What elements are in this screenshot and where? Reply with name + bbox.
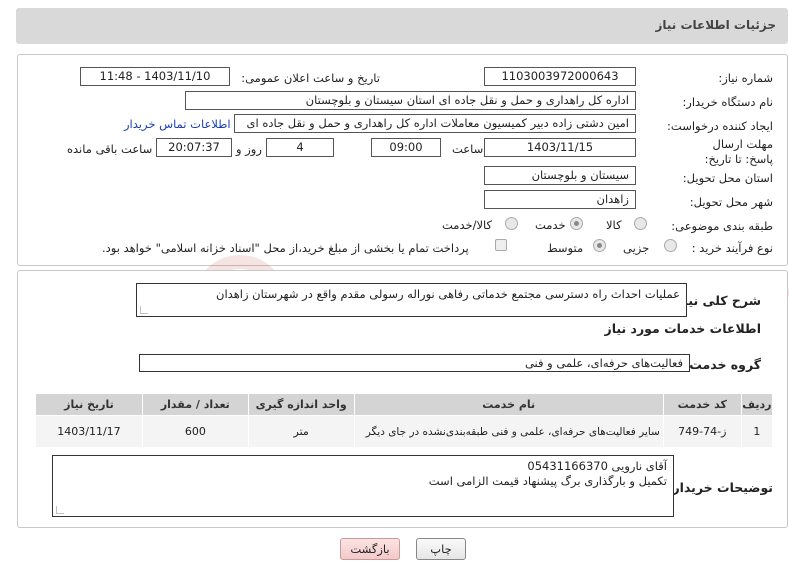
cell-need-date: 1403/11/17 — [35, 415, 143, 448]
process-type-label: نوع فرآیند خرید : — [691, 241, 773, 255]
print-button[interactable]: چاپ — [416, 538, 466, 560]
requester-field: امین دشتی زاده دبیر کمیسیون معاملات ادار… — [234, 114, 636, 133]
treasury-note: پرداخت تمام یا بخشی از مبلغ خرید،از محل … — [102, 241, 469, 255]
city-field: زاهدان — [484, 190, 636, 209]
requester-label: ایجاد کننده درخواست: — [667, 119, 773, 133]
deadline-days-field: 4 — [266, 138, 334, 157]
category-radio-goods-service[interactable] — [505, 217, 518, 230]
summary-field[interactable]: عملیات احداث راه دسترسی مجتمع خدماتی رفا… — [136, 283, 687, 317]
resize-grip-icon[interactable] — [140, 306, 148, 314]
page-header: جزئیات اطلاعات نیاز — [16, 8, 788, 44]
province-label: استان محل تحویل: — [682, 171, 773, 185]
need-number-field: 1103003972000643 — [484, 67, 636, 86]
table-row: 1 ز-74-749 سایر فعالیت‌های حرفه‌ای، علمی… — [35, 415, 774, 448]
col-header-row-num: ردیف — [740, 393, 774, 416]
deadline-date-field: 1403/11/15 — [484, 138, 636, 157]
cell-row-num: 1 — [740, 415, 774, 448]
services-section-title: اطلاعات خدمات مورد نیاز — [604, 321, 762, 336]
province-field: سیستان و بلوچستان — [484, 166, 636, 185]
service-group-field: فعالیت‌های حرفه‌ای، علمی و فنی — [139, 354, 690, 372]
cell-quantity: 600 — [141, 415, 249, 448]
process-radio-medium[interactable] — [593, 239, 606, 252]
category-label: طبقه بندی موضوعی: — [671, 219, 773, 233]
buyer-notes-line-2: تکمیل و بارگذاری برگ پیشنهاد قیمت الزامی… — [428, 474, 667, 488]
col-header-unit: واحد اندازه گیری — [247, 393, 355, 416]
announce-datetime-field: 1403/11/10 - 11:48 — [80, 67, 230, 86]
summary-text: عملیات احداث راه دسترسی مجتمع خدماتی رفا… — [216, 287, 680, 301]
category-radio-goods[interactable] — [634, 217, 647, 230]
col-header-service-code: کد خدمت — [662, 393, 742, 416]
deadline-label: مهلت ارسال پاسخ: تا تاریخ: — [704, 137, 773, 166]
services-table: ردیف کد خدمت نام خدمت واحد اندازه گیری ت… — [35, 393, 774, 448]
service-group-label: گروه خدمت: — [684, 357, 761, 372]
city-label: شهر محل تحویل: — [689, 195, 773, 209]
deadline-days-label: روز و — [236, 142, 262, 156]
remaining-time-label: ساعت باقی مانده — [67, 142, 153, 156]
buyer-notes-label: توضیحات خریدار: — [667, 480, 773, 495]
process-option-medium: متوسط — [547, 241, 584, 255]
category-option-goods-service: کالا/خدمت — [442, 218, 493, 232]
buyer-contact-link[interactable]: اطلاعات تماس خریدار — [124, 117, 231, 131]
category-option-service: خدمت — [535, 218, 566, 232]
back-button[interactable]: بازگشت — [340, 538, 400, 560]
col-header-service-name: نام خدمت — [353, 393, 664, 416]
announce-datetime-label: تاریخ و ساعت اعلان عمومی: — [241, 71, 380, 85]
buyer-notes-line-1: آقای نارویی 05431166370 — [527, 459, 667, 473]
category-radio-service[interactable] — [570, 217, 583, 230]
buyer-org-label: نام دستگاه خریدار: — [682, 95, 773, 109]
category-option-goods: کالا — [606, 218, 622, 232]
treasury-checkbox[interactable] — [495, 239, 507, 251]
cell-service-name: سایر فعالیت‌های حرفه‌ای، علمی و فنی طبقه… — [353, 415, 664, 448]
cell-unit: متر — [247, 415, 355, 448]
remaining-time-field: 20:07:37 — [156, 138, 232, 157]
process-option-minor: جزیی — [623, 241, 650, 255]
need-number-label: شماره نیاز: — [718, 71, 773, 85]
resize-grip-icon[interactable] — [56, 506, 64, 514]
deadline-time-field: 09:00 — [371, 138, 441, 157]
buyer-notes-field[interactable]: آقای نارویی 05431166370 تکمیل و بارگذاری… — [52, 455, 674, 517]
deadline-time-label: ساعت — [452, 142, 484, 156]
cell-service-code: ز-74-749 — [662, 415, 742, 448]
table-header-row: ردیف کد خدمت نام خدمت واحد اندازه گیری ت… — [35, 393, 774, 416]
process-radio-minor[interactable] — [664, 239, 677, 252]
page-title: جزئیات اطلاعات نیاز — [655, 18, 776, 32]
buyer-org-field: اداره کل راهداری و حمل و نقل جاده ای است… — [185, 91, 636, 110]
col-header-quantity: تعداد / مقدار — [141, 393, 249, 416]
col-header-need-date: تاریخ نیاز — [35, 393, 143, 416]
